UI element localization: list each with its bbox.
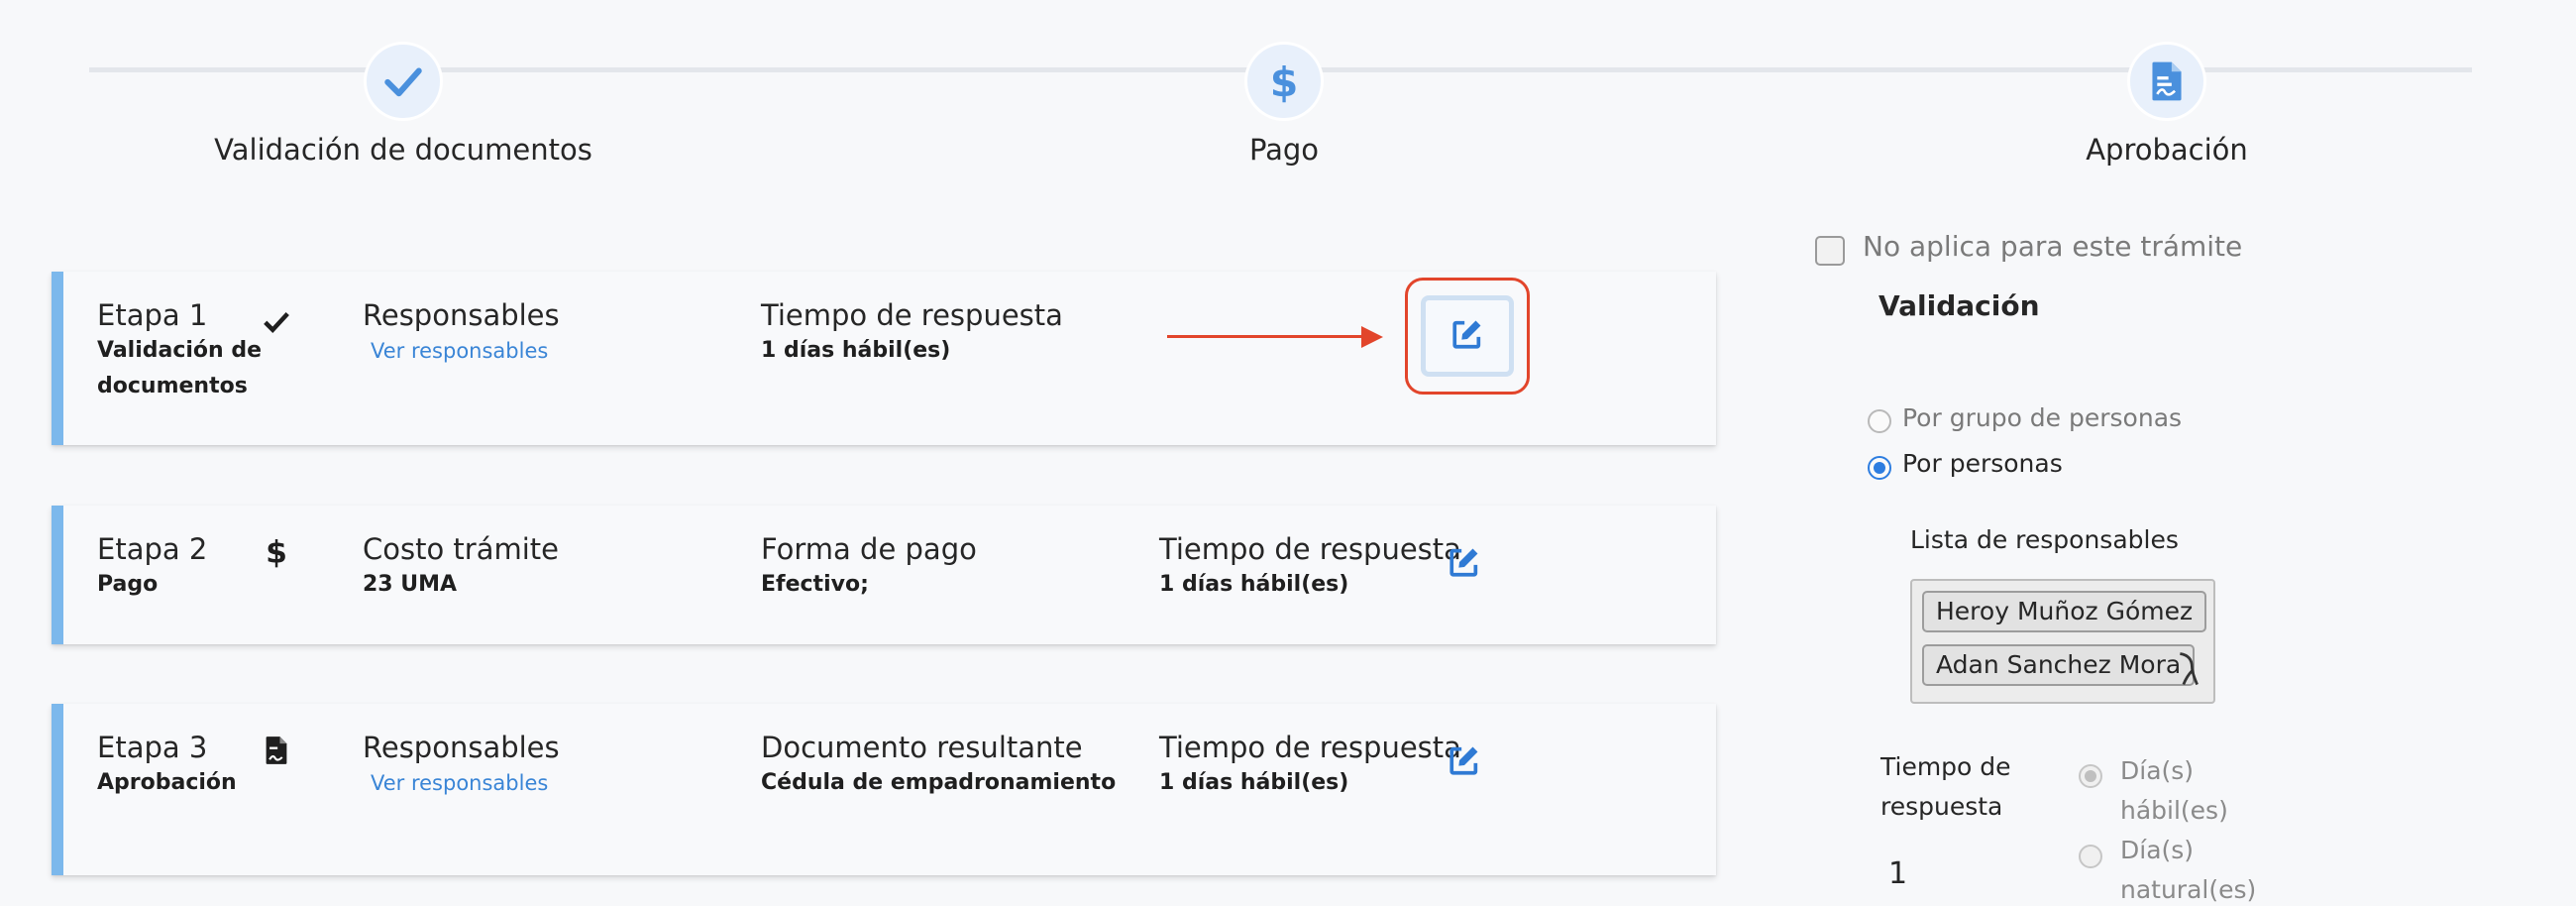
stage-name: Validación de (97, 338, 263, 363)
tiempo-label-line: respuesta (1880, 792, 2003, 821)
step-validacion[interactable]: Validación de documentos (106, 42, 700, 167)
radio-por-grupo[interactable] (1868, 409, 1891, 433)
dollar-icon: $ (262, 535, 291, 569)
lista-responsables-label: Lista de responsables (1910, 525, 2179, 554)
annotation-arrow (1167, 335, 1365, 338)
radio-label: Por grupo de personas (1902, 403, 2183, 432)
tiempo-value: 1 días hábil(es) (1159, 770, 1349, 795)
documento-value: Cédula de empadronamiento (761, 770, 1117, 795)
step-label: Pago (1248, 133, 1320, 167)
svg-text:$: $ (1270, 58, 1299, 104)
annotation-arrow-head (1361, 326, 1383, 348)
responsable-tag[interactable]: Heroy Muñoz Gómez (1922, 591, 2207, 632)
step-label: Validación de documentos (214, 133, 592, 167)
stage-name: documentos (97, 374, 248, 398)
tiempo-respuesta-label: Tiempo de respuesta (1880, 747, 2029, 827)
stage-name: Aprobación (97, 770, 237, 795)
edit-icon (1450, 317, 1484, 355)
forma-pago-value: Efectivo; (761, 572, 869, 597)
responsables-title: Responsables (363, 298, 560, 332)
page: Validación de documentos $ Pago Aprobaci… (0, 0, 2576, 906)
tiempo-title: Tiempo de respuesta (1159, 532, 1461, 566)
edit-button-stage-3[interactable] (1442, 739, 1487, 785)
ver-responsables-link[interactable]: Ver responsables (363, 333, 560, 369)
responsables-title: Responsables (363, 731, 560, 764)
tiempo-title: Tiempo de respuesta (1159, 731, 1461, 764)
document-icon (2127, 42, 2206, 121)
documento-title: Documento resultante (761, 731, 1083, 764)
edit-icon (1448, 743, 1481, 781)
stage-number: Etapa 3 (97, 731, 208, 764)
responsables-select[interactable]: Heroy Muñoz Gómez Adan Sanchez Mora (1910, 579, 2215, 704)
document-icon (262, 736, 291, 765)
step-label: Aprobación (2086, 133, 2248, 167)
tiempo-label-line: Tiempo de (1880, 752, 2011, 781)
radio-label-line: natural(es) (2120, 875, 2257, 904)
tiempo-value-input[interactable]: 1 (1888, 856, 1907, 891)
stage-name: Pago (97, 572, 159, 597)
responsable-tag[interactable]: Adan Sanchez Mora (1922, 644, 2196, 686)
edit-button-stage-1[interactable] (1421, 295, 1514, 377)
cursor-icon (2176, 650, 2201, 692)
radio-label-line: hábil(es) (2120, 796, 2228, 825)
no-aplica-checkbox[interactable] (1815, 236, 1845, 266)
stage-number: Etapa 2 (97, 532, 208, 566)
radio-por-personas[interactable] (1868, 456, 1891, 480)
tiempo-value: 1 días hábil(es) (1159, 572, 1349, 597)
radio-label-line: Día(s) (2120, 756, 2195, 785)
radio-dias-habiles[interactable] (2079, 764, 2102, 788)
no-aplica-label: No aplica para este trámite (1863, 230, 2243, 263)
check-icon (262, 306, 291, 336)
check-icon (364, 42, 443, 121)
step-pago[interactable]: $ Pago (987, 42, 1581, 167)
edit-button-stage-2[interactable] (1442, 541, 1487, 587)
stage-card-2: Etapa 2 Pago $ Costo trámite 23 UMA Form… (52, 506, 1716, 644)
stage-card-3: Etapa 3 Aprobación Responsables Ver resp… (52, 704, 1716, 875)
forma-pago-title: Forma de pago (761, 532, 977, 566)
ver-responsables-link[interactable]: Ver responsables (363, 765, 560, 801)
tiempo-title: Tiempo de respuesta (761, 298, 1063, 332)
costo-title: Costo trámite (363, 532, 560, 566)
dollar-icon: $ (1244, 42, 1324, 121)
radio-label-line: Día(s) (2120, 836, 2195, 864)
section-title: Validación (1878, 289, 2040, 322)
stage-number: Etapa 1 (97, 298, 208, 332)
step-aprobacion[interactable]: Aprobación (1870, 42, 2464, 167)
edit-icon (1448, 545, 1481, 583)
radio-label: Día(s) natural(es) (2120, 831, 2256, 906)
tiempo-value: 1 días hábil(es) (761, 338, 951, 363)
radio-dias-naturales[interactable] (2079, 845, 2102, 868)
radio-label: Día(s) hábil(es) (2120, 751, 2228, 831)
costo-value: 23 UMA (363, 572, 458, 597)
svg-text:$: $ (266, 535, 287, 569)
radio-label: Por personas (1902, 449, 2063, 478)
